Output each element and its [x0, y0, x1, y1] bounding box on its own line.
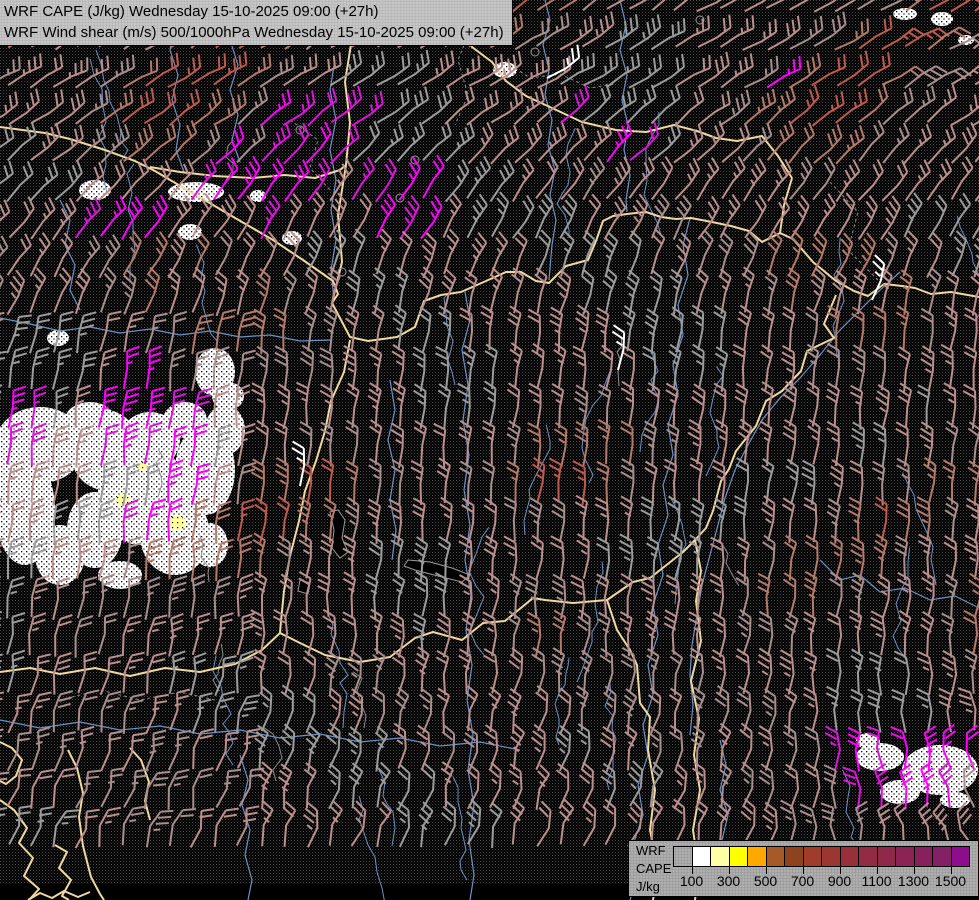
weather-map: [0, 0, 979, 900]
legend-tick-label: 500: [754, 873, 777, 889]
title-line-shear: WRF Wind shear (m/s) 500/1000hPa Wednesd…: [4, 22, 504, 43]
legend-color-box: [951, 846, 971, 867]
legend-color-box: [877, 846, 897, 867]
weather-map-viewport: [0, 0, 979, 900]
legend-tick-label: 300: [717, 873, 740, 889]
legend-tick-label: 1500: [935, 873, 966, 889]
legend-color-box: [766, 846, 786, 867]
legend-color-box: [692, 846, 712, 867]
legend-color-box: [747, 846, 767, 867]
legend-color-box: [840, 846, 860, 867]
cape-legend: WRF CAPE J/kg 10030050070090011001300150…: [628, 840, 979, 897]
legend-color-box: [932, 846, 952, 867]
forecast-title-box: WRF CAPE (J/kg) Wednesday 15-10-2025 09:…: [0, 0, 513, 46]
legend-color-box: [710, 846, 730, 867]
legend-tick-label: 1300: [898, 873, 929, 889]
legend-color-scale: 100 300 500 700 900 1100 1300 1500: [629, 841, 978, 896]
legend-color-box: [895, 846, 915, 867]
legend-color-box: [914, 846, 934, 867]
title-line-cape: WRF CAPE (J/kg) Wednesday 15-10-2025 09:…: [4, 1, 504, 22]
legend-color-box: [673, 846, 693, 867]
legend-color-box: [784, 846, 804, 867]
legend-tick-label: 1100: [861, 873, 891, 889]
legend-color-box: [858, 846, 878, 867]
legend-color-box: [821, 846, 841, 867]
legend-color-box: [729, 846, 749, 867]
legend-tick-label: 700: [791, 873, 814, 889]
legend-color-box: [803, 846, 823, 867]
legend-tick-label: 100: [680, 873, 703, 889]
legend-tick-label: 900: [828, 873, 851, 889]
